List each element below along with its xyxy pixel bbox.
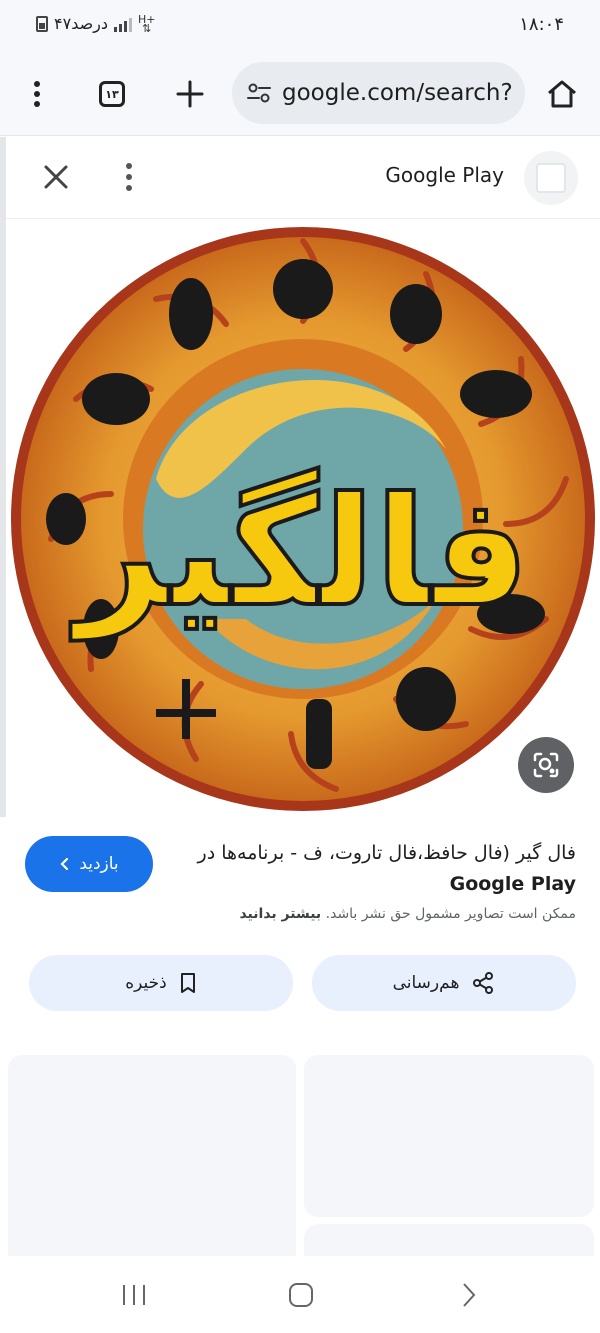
battery-text: ۴۷درصد [54,14,109,33]
plus-icon [176,80,204,108]
url-text: google.com/search? [282,80,513,106]
bookmark-icon [180,973,195,993]
result-title-source: Google Play [449,873,576,895]
clock: ۱۸:۰۴ [519,14,564,35]
result-title[interactable]: فال گیر (فال حافظ،فال تاروت، ف - برنامه‌… [166,838,576,900]
signal-icon [114,16,133,32]
close-button[interactable] [38,159,74,195]
learn-more-link[interactable]: بیشتر بدانید [239,906,321,922]
save-button[interactable]: ذخیره [29,955,293,1011]
network-type-icon: H+ ⇅ [138,12,156,35]
tab-switcher-button[interactable]: ۱۳ [92,74,132,114]
source-name: Google Play [385,163,504,187]
home-icon [548,80,576,108]
related-image-placeholder[interactable] [8,1055,296,1275]
tab-count: ۱۳ [99,81,125,107]
lens-icon [533,752,559,778]
zodiac-logo-image: فالگیر [11,227,595,811]
save-label: ذخیره [125,973,167,993]
system-navigation-bar [0,1256,600,1333]
visit-label: بازدید [79,854,119,874]
home-square-icon [289,1283,313,1307]
close-icon [44,165,68,189]
recent-apps-icon [123,1285,145,1305]
home-nav-button[interactable] [281,1278,321,1312]
screen: ۴۷درصد H+⇅ ۱۸:۰۴ ۱۳ google.com/search? [0,0,600,1333]
share-label: هم‌رسانی [392,973,460,993]
vertical-dots-icon [126,163,132,191]
lens-search-button[interactable] [518,737,574,793]
copyright-notice: ممکن است تصاویر مشمول حق نشر باشد. بیشتر… [16,906,576,922]
chevron-right-icon [463,1283,476,1307]
result-image[interactable]: فالگیر [6,219,600,817]
logo-text: فالگیر [70,466,530,641]
status-bar: ۴۷درصد H+ ⇅ ۱۸:۰۴ [0,0,600,52]
new-tab-button[interactable] [170,74,210,114]
visit-button[interactable]: بازدید [25,836,153,892]
status-left-group: ۴۷درصد H+ ⇅ [36,12,156,35]
overflow-menu-button[interactable] [17,74,57,114]
result-title-text: فال گیر (فال حافظ،فال تاروت، ف - برنامه‌… [197,842,576,864]
related-image-placeholder[interactable] [304,1055,594,1217]
image-viewer-header: Google Play [0,137,600,219]
share-button[interactable]: هم‌رسانی [312,955,576,1011]
back-button[interactable] [449,1278,489,1312]
copyright-notice-text: ممکن است تصاویر مشمول حق نشر باشد. [325,906,576,922]
share-icon [473,972,494,994]
battery-icon [36,15,48,32]
browser-toolbar: ۱۳ google.com/search? [0,52,600,136]
recent-apps-button[interactable] [114,1278,154,1312]
source-favicon [524,151,578,205]
site-settings-icon[interactable] [246,80,272,106]
viewer-more-button[interactable] [114,159,144,195]
chevron-left-icon [60,857,69,871]
address-bar[interactable]: google.com/search? [232,62,525,124]
vertical-dots-icon [34,81,40,107]
home-button[interactable] [542,74,582,114]
